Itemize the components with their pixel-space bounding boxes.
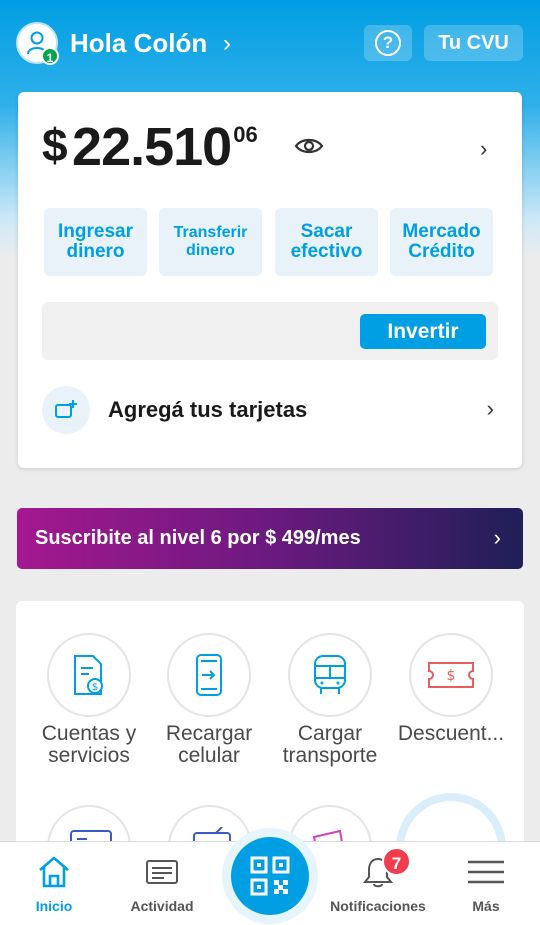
account-card: $ 22.51006 › Ingresar dinero Transferir … xyxy=(18,92,522,468)
service-transport[interactable]: Cargar transporte xyxy=(270,633,390,767)
invest-banner: Invertir xyxy=(42,302,498,360)
service-label: Descuent... xyxy=(397,722,505,745)
balance-cents: 06 xyxy=(233,122,258,147)
tab-label: Actividad xyxy=(130,898,194,914)
qr-code-icon xyxy=(231,837,309,915)
balance-amount[interactable]: $ 22.51006 xyxy=(42,118,258,176)
avatar[interactable]: 1 xyxy=(16,22,59,65)
home-icon xyxy=(39,856,69,888)
phone-recharge-icon xyxy=(167,633,251,717)
balance-currency: $ xyxy=(42,119,68,171)
chevron-right-icon: › xyxy=(493,525,501,550)
chevron-right-icon[interactable]: › xyxy=(480,136,487,162)
service-bills[interactable]: $ Cuentas y servicios xyxy=(29,633,149,767)
tab-notificaciones[interactable]: Notificaciones xyxy=(324,842,432,925)
notification-count-badge: 7 xyxy=(382,847,411,876)
invest-button[interactable]: Invertir xyxy=(360,314,486,349)
add-cards-row[interactable]: Agregá tus tarjetas › xyxy=(42,386,498,434)
subscription-promo-banner[interactable]: Suscribite al nivel 6 por $ 499/mes › xyxy=(17,508,523,569)
svg-text:$: $ xyxy=(447,668,456,684)
promo-label: Suscribite al nivel 6 por $ 499/mes xyxy=(35,527,361,549)
tab-label: Notificaciones xyxy=(330,898,426,914)
svg-text:$: $ xyxy=(92,682,98,693)
bill-icon: $ xyxy=(47,633,131,717)
help-icon: ? xyxy=(375,30,401,56)
balance-integer: 22.510 xyxy=(72,117,232,177)
mercado-credito-button[interactable]: Mercado Crédito xyxy=(390,208,493,276)
top-header: 1 Hola Colón › ? Tu CVU xyxy=(0,0,540,86)
tab-label: Más xyxy=(472,898,500,914)
quick-actions: Ingresar dinero Transferir dinero Sacar … xyxy=(44,208,496,276)
chevron-right-icon[interactable]: › xyxy=(223,30,231,58)
withdraw-cash-button[interactable]: Sacar efectivo xyxy=(275,208,378,276)
service-label: Recargar celular xyxy=(165,722,253,767)
cvu-button[interactable]: Tu CVU xyxy=(424,25,523,61)
menu-icon xyxy=(468,860,504,884)
deposit-money-button[interactable]: Ingresar dinero xyxy=(44,208,147,276)
service-label: Cuentas y servicios xyxy=(41,722,137,767)
eye-icon[interactable] xyxy=(294,136,324,156)
tab-label: Inicio xyxy=(35,898,73,914)
bus-icon xyxy=(288,633,372,717)
service-label: Cargar transporte xyxy=(282,722,378,767)
greeting[interactable]: Hola Colón xyxy=(70,28,207,59)
tab-inicio[interactable]: Inicio xyxy=(0,842,108,925)
level-badge: 1 xyxy=(41,47,59,65)
service-discounts[interactable]: $ Descuent... xyxy=(391,633,511,745)
chevron-right-icon: › xyxy=(486,396,494,421)
tab-mas[interactable]: Más xyxy=(432,842,540,925)
activity-icon xyxy=(146,860,178,884)
tab-actividad[interactable]: Actividad xyxy=(108,842,216,925)
coupon-icon: $ xyxy=(409,633,493,717)
add-cards-label: Agregá tus tarjetas xyxy=(108,397,308,422)
service-phone-recharge[interactable]: Recargar celular xyxy=(149,633,269,767)
transfer-money-button[interactable]: Transferir dinero xyxy=(159,208,262,276)
add-card-icon xyxy=(42,386,90,434)
help-button[interactable]: ? xyxy=(364,25,412,61)
qr-scan-button[interactable] xyxy=(222,828,318,924)
